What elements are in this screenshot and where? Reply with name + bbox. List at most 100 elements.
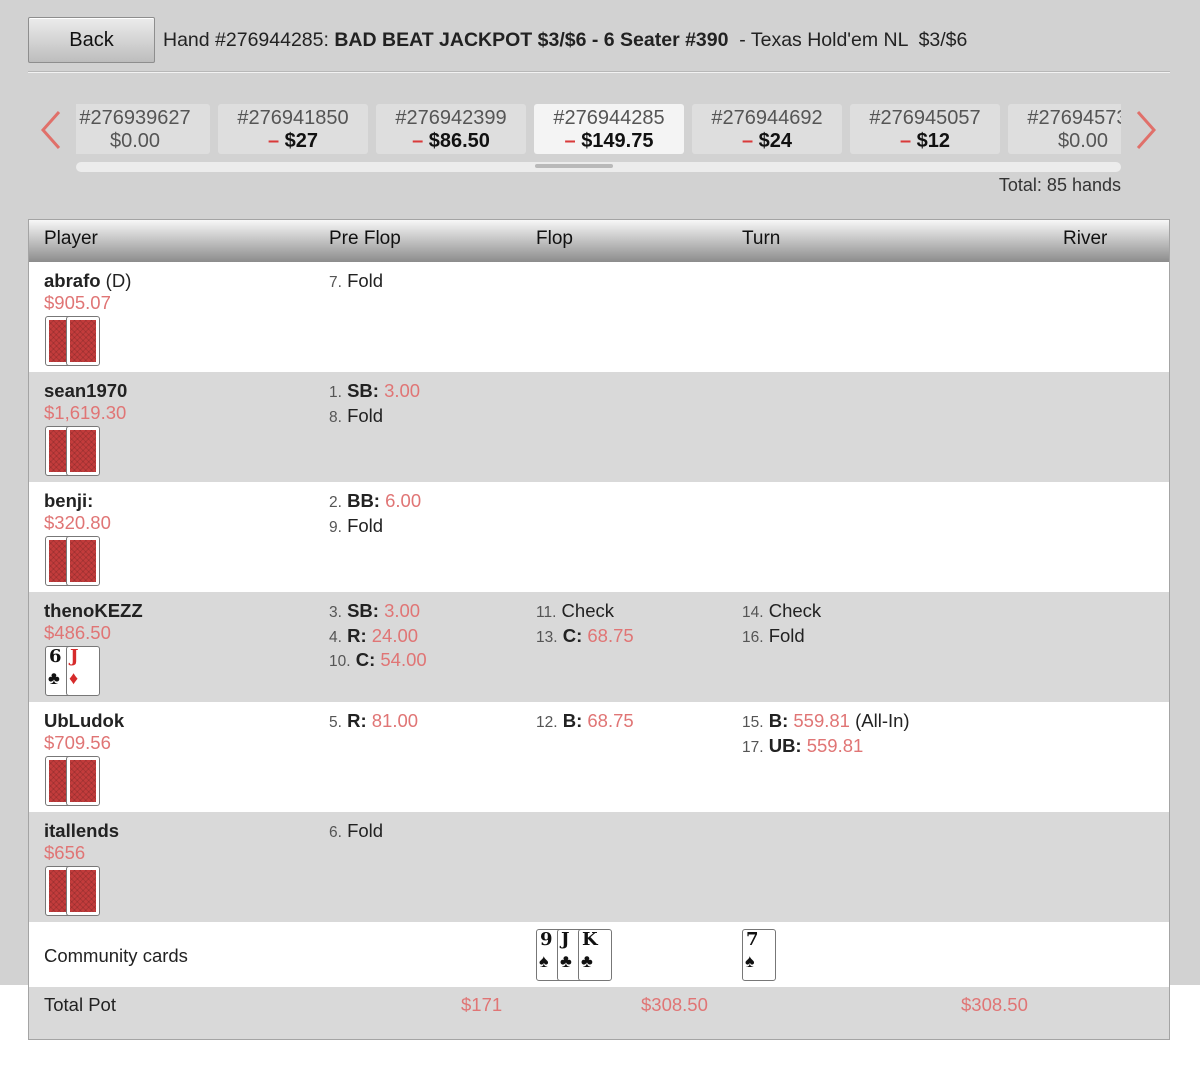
hand-chip[interactable]: #276944692– $24 xyxy=(692,104,842,154)
col-player: Player xyxy=(44,228,98,249)
player-row: UbLudok $709.56 5. R: 81.00 12. B: 68.75 15.… xyxy=(29,702,1169,812)
card-rank: 7 xyxy=(746,929,759,950)
player-name-text: itallends xyxy=(44,820,120,841)
col-preflop: Pre Flop xyxy=(329,228,401,249)
playing-card: J ♦ xyxy=(66,646,100,696)
hand-amount: $0.00 xyxy=(1057,130,1109,152)
action-index: 10. xyxy=(329,653,351,670)
action-list: 2. BB: 6.00 9. Fold xyxy=(329,490,421,539)
hand-amount: $24 xyxy=(758,130,793,152)
total-hands-count: Total: 85 hands xyxy=(998,175,1121,195)
action-index: 13. xyxy=(536,628,558,646)
player-stack: $709.56 xyxy=(44,732,111,753)
player-name-text: sean1970 xyxy=(44,380,128,401)
action-amount: 54.00 xyxy=(380,649,427,670)
negative-sign: – xyxy=(899,130,917,152)
hand-chip[interactable]: #276939627 $0.00 xyxy=(76,104,210,154)
hand-history-table: Player Pre Flop Flop Turn River abrafo (… xyxy=(28,219,1170,1040)
hand-chip[interactable]: #276941850– $27 xyxy=(218,104,368,154)
action-index: 6. xyxy=(329,824,342,841)
action-verb: B: xyxy=(768,710,789,731)
pot-preflop: $171 xyxy=(461,994,503,1015)
hand-amount: $149.75 xyxy=(581,130,654,152)
hand-chip[interactable]: #276945057– $12 xyxy=(850,104,1000,154)
hand-amount: $27 xyxy=(284,130,319,152)
player-name-text: UbLudok xyxy=(44,710,125,731)
player-name-text: abrafo xyxy=(44,270,101,291)
header-divider xyxy=(28,71,1170,73)
action-verb: Check xyxy=(768,600,822,621)
total-pot-row: Total Pot $171 $308.50 $308.50 xyxy=(29,987,1169,1039)
action-verb: Check xyxy=(561,600,614,621)
card-back xyxy=(66,536,100,586)
hand-chip[interactable]: #276944285– $149.75 xyxy=(534,104,684,154)
carousel-scroll-thumb[interactable] xyxy=(535,164,613,168)
negative-sign: – xyxy=(564,130,582,152)
action-index: 4. xyxy=(329,628,342,646)
playing-card: K ♣ xyxy=(578,929,612,981)
card-back xyxy=(66,316,100,366)
action-verb: Fold xyxy=(347,270,384,291)
hand-chip[interactable]: #276942399– $86.50 xyxy=(376,104,526,154)
hand-result: – $27 xyxy=(218,130,368,153)
hand-carousel: #276939627 $0.00 #276941850– $27 #276942399… xyxy=(76,104,1121,156)
hand-result: $0.00 xyxy=(1008,130,1121,153)
action-verb: UB: xyxy=(768,734,802,756)
hand-number: #276942399 xyxy=(395,107,507,129)
action-list: 14. Check 16. Fold xyxy=(742,600,821,649)
action-list: 11. Check 13. C: 68.75 xyxy=(536,600,634,649)
card-rank: K xyxy=(582,929,598,950)
hand-number: #276945730 xyxy=(1027,107,1121,129)
card-suit-icon: ♣ xyxy=(48,668,60,688)
card-back xyxy=(66,866,100,916)
action-amount: 81.00 xyxy=(371,710,419,731)
action-verb: B: xyxy=(562,710,583,731)
hand-title-prefix: Hand #276944285: xyxy=(163,29,335,51)
hole-cards xyxy=(45,316,101,366)
action-item: 7. Fold xyxy=(329,270,383,295)
hand-amount: $12 xyxy=(916,130,951,152)
action-item: 3. SB: 3.00 xyxy=(329,600,427,625)
negative-sign: – xyxy=(267,130,285,152)
hand-number: #276941850 xyxy=(237,107,349,129)
total-pot-label: Total Pot xyxy=(44,994,116,1015)
hand-number: #276944285 xyxy=(553,107,665,129)
dealer-badge: (D) xyxy=(100,270,132,291)
previous-hands-button[interactable] xyxy=(38,108,64,152)
card-back xyxy=(66,756,100,806)
action-note: (All-In) xyxy=(849,710,910,731)
action-list: 5. R: 81.00 xyxy=(329,710,418,735)
hand-amount: $0.00 xyxy=(109,130,161,152)
action-item: 2. BB: 6.00 xyxy=(329,490,421,515)
action-index: 14. xyxy=(742,604,764,621)
action-amount: 6.00 xyxy=(385,490,422,511)
action-index: 2. xyxy=(329,494,342,511)
community-cards-row: Community cards 9 ♠ J ♣ K ♣ 7 ♠ xyxy=(29,923,1169,987)
action-amount: 559.81 xyxy=(793,710,850,731)
hand-number: #276945057 xyxy=(869,107,981,129)
hand-title: Hand #276944285: BAD BEAT JACKPOT $3/$6 … xyxy=(163,29,967,52)
hand-title-table: BAD BEAT JACKPOT $3/$6 - 6 Seater #390 xyxy=(334,29,729,51)
action-index: 17. xyxy=(742,738,764,756)
card-suit-icon: ♦ xyxy=(69,668,79,688)
back-button[interactable]: Back xyxy=(28,17,155,63)
hand-chip[interactable]: #276945730$0.00 xyxy=(1008,104,1121,154)
hand-number: #276939627 xyxy=(79,107,191,129)
action-list: 1. SB: 3.00 8. Fold xyxy=(329,380,420,429)
next-hands-button[interactable] xyxy=(1133,108,1159,152)
action-list: 15. B: 559.81 (All-In) 17. UB: 559.81 xyxy=(742,710,910,759)
action-item: 13. C: 68.75 xyxy=(536,625,634,650)
player-name: sean1970 xyxy=(44,380,127,402)
card-suit-icon: ♣ xyxy=(560,951,572,971)
action-item: 12. B: 68.75 xyxy=(536,710,634,735)
action-index: 1. xyxy=(329,384,342,401)
chevron-right-icon xyxy=(1136,111,1157,149)
hand-result: $0.00 xyxy=(76,130,210,153)
player-stack: $486.50 xyxy=(44,622,111,643)
action-amount: 68.75 xyxy=(587,710,634,731)
negative-sign: – xyxy=(412,130,429,152)
player-stack: $905.07 xyxy=(44,292,111,313)
action-list: 12. B: 68.75 xyxy=(536,710,634,735)
hole-cards xyxy=(45,536,101,586)
card-suit-icon: ♠ xyxy=(745,951,755,971)
